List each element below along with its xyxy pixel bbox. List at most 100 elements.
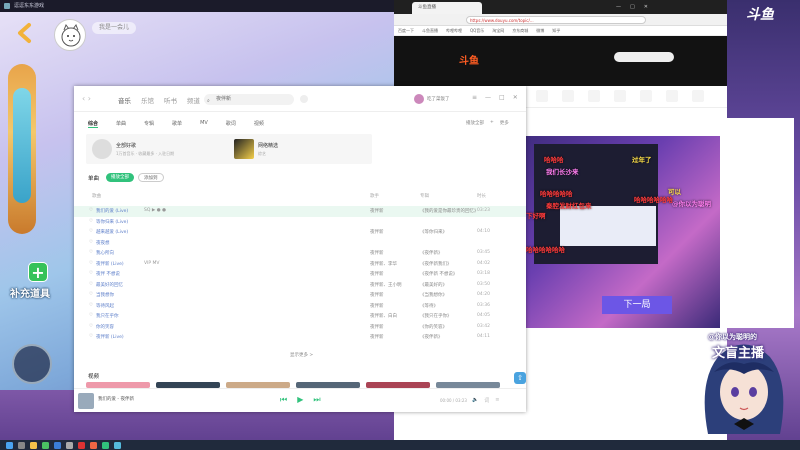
previous-icon[interactable]: ⏮ [280, 395, 287, 405]
song-artist[interactable]: 夜伴新 [370, 324, 384, 330]
now-playing-title[interactable]: 我们的爱 - 夜伴新 [98, 396, 134, 402]
song-title[interactable]: 当我想你 [96, 292, 114, 298]
song-title[interactable]: 你的笑容 [96, 324, 114, 330]
tab-audiobook[interactable]: 听书 [164, 95, 177, 105]
plus-icon[interactable]: + [28, 262, 48, 282]
browser-tab[interactable]: 斗鱼直播 [412, 2, 482, 14]
song-title[interactable]: 我们的爱 (Live) [96, 208, 128, 214]
playlist-icon[interactable]: ≡ [495, 397, 499, 404]
tab-hall[interactable]: 乐馆 [141, 95, 154, 105]
heart-icon[interactable]: ♡ [89, 324, 93, 329]
lyrics-icon[interactable]: 词 [484, 397, 489, 404]
minimize-icon[interactable]: — [616, 0, 621, 14]
nav-icon[interactable] [562, 90, 574, 102]
song-artist[interactable]: 夜伴新 [370, 250, 384, 256]
heart-icon[interactable]: ♡ [89, 271, 93, 276]
app-icon[interactable] [90, 441, 97, 449]
song-album[interactable]: 《当我想你》 [420, 292, 447, 298]
minimize-icon[interactable]: — [485, 94, 491, 101]
heart-icon[interactable]: ♡ [89, 229, 93, 234]
song-artist[interactable]: 夜伴新、李华 [370, 261, 397, 267]
supply-items-label[interactable]: 补充道具 [10, 285, 72, 300]
bookmark-item[interactable]: 微博 [536, 26, 544, 35]
table-row[interactable]: ♡ 夜夜想 [74, 238, 526, 249]
result-tab[interactable]: 单曲 [116, 120, 126, 128]
bookmark-item[interactable]: 淘宝网 [492, 26, 504, 35]
user-name[interactable]: 吃了菜饭了 [427, 96, 450, 102]
bookmark-item[interactable]: 京东商城 [512, 26, 528, 35]
artist-card[interactable]: 全部好歌 1万首音乐 · 收藏最多 · 入驻日期 [86, 134, 230, 164]
result-tab[interactable]: 专辑 [144, 120, 154, 128]
heart-icon[interactable]: ♡ [89, 282, 93, 287]
live-stream-player[interactable]: 下一局 [524, 118, 720, 328]
bookmark-item[interactable]: 百度一下 [398, 26, 414, 35]
now-playing-cover[interactable] [78, 393, 94, 409]
heart-icon[interactable]: ♡ [89, 240, 93, 245]
url-field[interactable]: https://www.douyu.com/topic/... [466, 16, 646, 24]
app-icon[interactable] [114, 441, 121, 449]
song-album[interactable]: 《等待》 [420, 303, 438, 309]
song-album[interactable]: 《夜伴新》 [420, 334, 443, 340]
tab-channel[interactable]: 频道 [187, 95, 200, 105]
table-row[interactable]: ♡ 我们的爱 (Live) SQ ▶ ● ● 夜伴新 《我的爱是你最珍贵的回忆》 03:2… [74, 206, 526, 217]
browser-icon[interactable] [54, 441, 61, 449]
song-title[interactable]: 最美好的回忆 [96, 282, 123, 288]
search-input[interactable]: ⌕ 夜伴新 [204, 94, 294, 105]
forward-icon[interactable]: › [88, 94, 91, 103]
wechat-icon[interactable] [42, 441, 49, 449]
heart-icon[interactable]: ♡ [89, 334, 93, 339]
play-all-button[interactable]: 播放全部 [106, 173, 134, 182]
result-tab[interactable]: 综合 [88, 120, 99, 128]
song-title[interactable]: 夜伴 不想说 [96, 271, 120, 277]
back-arrow-icon[interactable] [14, 22, 36, 44]
tab-music[interactable]: 音乐 [118, 95, 131, 105]
result-tab[interactable]: 歌单 [172, 120, 182, 128]
table-row[interactable]: ♡ 你的笑容 夜伴新 《你的笑容》 03:42 [74, 322, 526, 333]
douyu-logo[interactable]: 斗鱼 [459, 52, 493, 67]
steam-icon[interactable] [66, 441, 73, 449]
song-artist[interactable]: 夜伴新 [370, 229, 384, 235]
bookmark-item[interactable]: 知乎 [552, 26, 560, 35]
song-artist[interactable]: 夜伴新 [370, 271, 384, 277]
app-icon[interactable] [78, 441, 85, 449]
table-row[interactable]: ♡ 等你归来 (Live) [74, 217, 526, 228]
song-artist[interactable]: 夜伴新 [370, 208, 384, 214]
nav-icon[interactable] [692, 90, 704, 102]
heart-icon[interactable]: ♡ [89, 208, 93, 213]
song-artist[interactable]: 夜伴新、王小明 [370, 282, 402, 288]
close-icon[interactable]: ✕ [644, 0, 648, 14]
table-row[interactable]: ♡ 夜伴新 (Live) VIP MV 夜伴新、李华 《夜伴新我们》 04:02 [74, 259, 526, 270]
song-title[interactable]: 夜伴新 (Live) [96, 334, 124, 340]
table-row[interactable]: ♡ 夜伴 不想说 夜伴新 《夜伴新 不想说》 03:18 [74, 269, 526, 280]
playlist-card[interactable]: 网络精选 综艺 [228, 134, 372, 164]
add-link[interactable]: + [490, 120, 494, 126]
song-album[interactable]: 《夜伴新》 [420, 250, 443, 256]
song-artist[interactable]: 夜伴新 [370, 292, 384, 298]
douyu-search-input[interactable] [614, 52, 674, 62]
song-title[interactable]: 我只在乎你 [96, 313, 119, 319]
file-explorer-icon[interactable] [30, 441, 37, 449]
nav-icon[interactable] [640, 90, 652, 102]
song-title[interactable]: 越来越爱 (Live) [96, 229, 128, 235]
close-icon[interactable]: ✕ [513, 94, 518, 101]
song-artist[interactable]: 夜伴新 [370, 334, 384, 340]
heart-icon[interactable]: ♡ [89, 292, 93, 297]
menu-icon[interactable]: ≡ [472, 94, 477, 101]
table-row[interactable]: ♡ 我只在乎你 夜伴新、白白 《我只在乎你》 04:05 [74, 311, 526, 322]
floating-action-icon[interactable]: ⇧ [514, 372, 526, 384]
result-tab[interactable]: MV [200, 120, 208, 128]
song-artist[interactable]: 夜伴新、白白 [370, 313, 397, 319]
song-artist[interactable]: 夜伴新 [370, 303, 384, 309]
nav-icon[interactable] [536, 90, 548, 102]
song-album[interactable]: 《我的爱是你最珍贵的回忆》 [420, 208, 479, 214]
song-title[interactable]: 等你归来 (Live) [96, 219, 128, 225]
nav-icon[interactable] [666, 90, 678, 102]
add-to-button[interactable]: 添加到 [138, 173, 164, 182]
game-action-button[interactable] [12, 344, 52, 384]
result-tab[interactable]: 视频 [254, 120, 264, 128]
voice-search-icon[interactable] [300, 95, 308, 103]
heart-icon[interactable]: ♡ [89, 313, 93, 318]
maximize-icon[interactable]: □ [630, 0, 635, 14]
bookmark-item[interactable]: QQ音乐 [470, 26, 484, 35]
song-title[interactable]: 夜夜想 [96, 240, 110, 246]
